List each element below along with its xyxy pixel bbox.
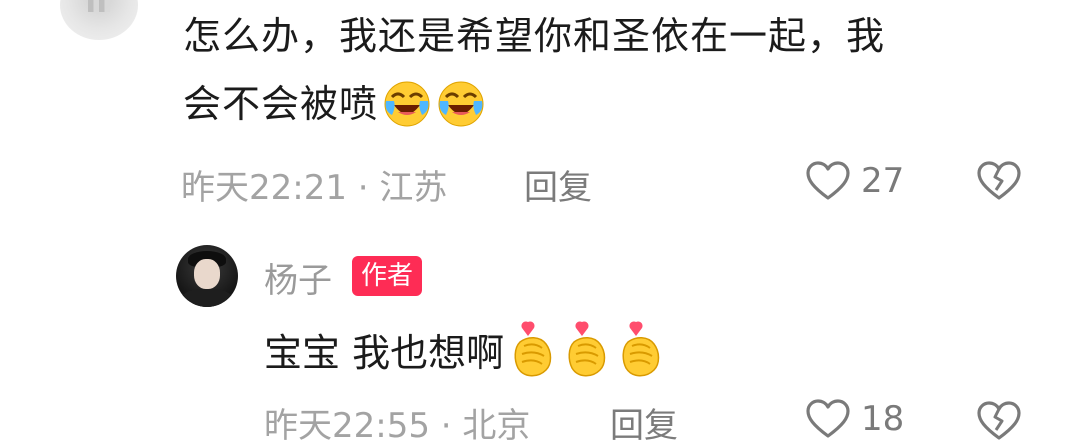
comment-reply-button[interactable]: 回复 <box>524 160 592 209</box>
comment-like-count: 27 <box>861 161 905 201</box>
reply-dislike-button[interactable] <box>976 400 1022 446</box>
laugh-crying-emoji <box>384 81 430 127</box>
heart-outline-icon <box>806 161 850 200</box>
comment-text-line1: 怎么办，我还是希望你和圣依在一起，我 <box>183 14 886 58</box>
comment-timestamp-location: 昨天22:21 · 江苏 <box>181 168 448 208</box>
heart-outline-icon <box>806 399 850 438</box>
reply-text-row: 宝宝 我也想啊 <box>264 320 666 378</box>
finger-heart-emoji <box>622 321 660 377</box>
comment-like-button[interactable]: 27 <box>805 160 904 202</box>
reply-author-avatar[interactable] <box>176 245 238 307</box>
reply-like-count: 18 <box>861 399 905 439</box>
finger-heart-emoji <box>568 321 606 377</box>
avatar-pixelation <box>88 0 110 12</box>
broken-heart-icon <box>977 401 1021 440</box>
avatar-face <box>194 259 220 289</box>
comment-text-line2: 会不会被喷 <box>183 82 379 126</box>
commenter-avatar[interactable] <box>60 0 138 40</box>
broken-heart-icon <box>977 161 1021 200</box>
laugh-crying-emoji <box>438 81 484 127</box>
reply-like-button[interactable]: 18 <box>805 398 904 440</box>
reply-text: 宝宝 我也想啊 <box>264 330 505 375</box>
reply-author-name[interactable]: 杨子 <box>264 253 332 302</box>
reply-timestamp-location: 昨天22:55 · 北京 <box>264 406 531 446</box>
comment-text-line2-row: 会不会被喷 <box>183 70 486 138</box>
author-badge: 作者 <box>352 256 423 296</box>
reply-reply-button[interactable]: 回复 <box>610 398 678 447</box>
comment-dislike-button[interactable] <box>976 160 1022 206</box>
finger-heart-emoji <box>514 321 552 377</box>
avatar-shirt <box>180 289 234 307</box>
